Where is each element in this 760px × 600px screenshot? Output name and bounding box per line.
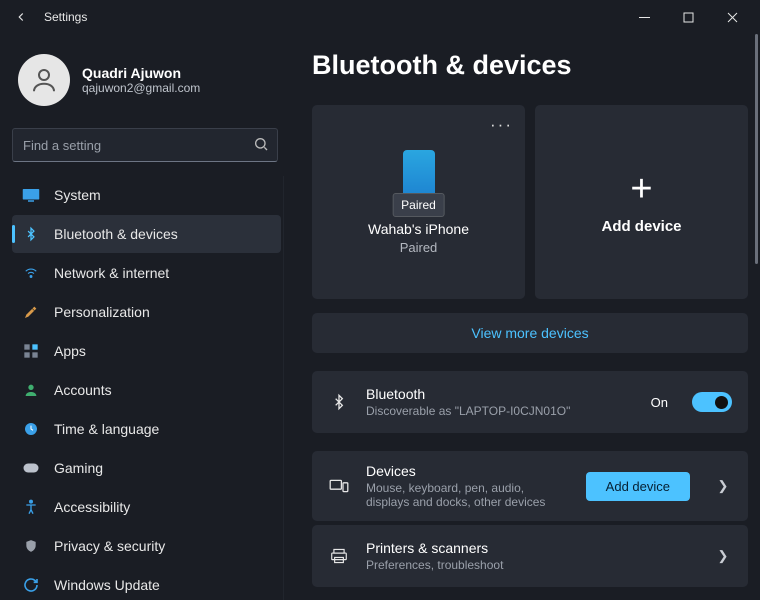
sidebar-item-bluetooth[interactable]: Bluetooth & devices xyxy=(12,215,281,253)
update-icon xyxy=(22,576,40,594)
row-subtitle: Mouse, keyboard, pen, audio, displays an… xyxy=(366,481,570,509)
sidebar-item-label: Windows Update xyxy=(54,577,160,593)
add-device-button[interactable]: Add device xyxy=(586,472,690,501)
devices-icon xyxy=(328,478,350,494)
wifi-icon xyxy=(22,264,40,282)
sidebar-item-label: Accessibility xyxy=(54,499,130,515)
sidebar-item-network[interactable]: Network & internet xyxy=(12,254,281,292)
window-controls xyxy=(622,2,754,32)
bluetooth-toggle[interactable] xyxy=(692,392,732,412)
sidebar-item-system[interactable]: System xyxy=(12,176,281,214)
sidebar-item-label: Privacy & security xyxy=(54,538,165,554)
chevron-right-icon[interactable]: ❯ xyxy=(714,478,732,494)
shield-icon xyxy=(22,537,40,555)
devices-row[interactable]: Devices Mouse, keyboard, pen, audio, dis… xyxy=(312,451,748,521)
maximize-button[interactable] xyxy=(666,2,710,32)
minimize-button[interactable] xyxy=(622,2,666,32)
toggle-state-label: On xyxy=(651,395,668,410)
close-icon xyxy=(727,12,738,23)
sidebar-item-update[interactable]: Windows Update xyxy=(12,566,281,600)
device-tile[interactable]: ··· Wahab's iPhone Paired Paired xyxy=(312,105,525,299)
sidebar-item-accessibility[interactable]: Accessibility xyxy=(12,488,281,526)
person-icon xyxy=(29,65,59,95)
view-more-devices-label: View more devices xyxy=(471,325,588,341)
page-title: Bluetooth & devices xyxy=(312,50,760,81)
content-area: Bluetooth & devices ··· Wahab's iPhone P… xyxy=(290,34,760,600)
row-title: Bluetooth xyxy=(366,386,635,402)
sidebar-item-apps[interactable]: Apps xyxy=(12,332,281,370)
view-more-devices-button[interactable]: View more devices xyxy=(312,313,748,353)
minimize-icon xyxy=(639,12,650,23)
sidebar-item-time[interactable]: Time & language xyxy=(12,410,281,448)
profile-block[interactable]: Quadri Ajuwon qajuwon2@gmail.com xyxy=(18,54,278,106)
add-device-label: Add device xyxy=(601,218,681,235)
search-input[interactable] xyxy=(12,128,278,162)
plus-icon: + xyxy=(630,170,652,208)
back-button[interactable] xyxy=(6,2,36,32)
sidebar-item-accounts[interactable]: Accounts xyxy=(12,371,281,409)
sidebar-item-label: Bluetooth & devices xyxy=(54,226,178,242)
device-status: Paired xyxy=(400,240,438,255)
gamepad-icon xyxy=(22,459,40,477)
sidebar-item-label: Gaming xyxy=(54,460,103,476)
account-icon xyxy=(22,381,40,399)
user-name: Quadri Ajuwon xyxy=(82,65,200,81)
clock-icon xyxy=(22,420,40,438)
add-device-tile[interactable]: + Add device xyxy=(535,105,748,299)
printer-icon xyxy=(328,548,350,564)
row-title: Devices xyxy=(366,463,570,479)
search-box xyxy=(12,128,278,162)
sidebar-item-label: Apps xyxy=(54,343,86,359)
search-icon xyxy=(253,136,269,152)
tooltip: Paired xyxy=(392,193,445,217)
device-name: Wahab's iPhone Paired xyxy=(368,221,469,237)
nav-list: System Bluetooth & devices Network & int… xyxy=(12,176,284,600)
accessibility-icon xyxy=(22,498,40,516)
title-bar: Settings xyxy=(0,0,760,34)
bluetooth-toggle-row: Bluetooth Discoverable as "LAPTOP-I0CJN0… xyxy=(312,371,748,433)
scrollbar[interactable] xyxy=(755,34,758,264)
avatar xyxy=(18,54,70,106)
sidebar-item-personalization[interactable]: Personalization xyxy=(12,293,281,331)
sidebar: Quadri Ajuwon qajuwon2@gmail.com System … xyxy=(0,34,290,600)
row-title: Printers & scanners xyxy=(366,540,690,556)
user-email: qajuwon2@gmail.com xyxy=(82,81,200,95)
chevron-right-icon[interactable]: ❯ xyxy=(714,548,732,564)
monitor-icon xyxy=(22,186,40,204)
device-tile-more-button[interactable]: ··· xyxy=(490,115,513,135)
apps-icon xyxy=(22,342,40,360)
printers-row[interactable]: Printers & scanners Preferences, trouble… xyxy=(312,525,748,587)
sidebar-item-privacy[interactable]: Privacy & security xyxy=(12,527,281,565)
sidebar-item-label: Network & internet xyxy=(54,265,169,281)
sidebar-item-label: Accounts xyxy=(54,382,112,398)
sidebar-item-label: Time & language xyxy=(54,421,159,437)
sidebar-item-label: System xyxy=(54,187,101,203)
sidebar-item-gaming[interactable]: Gaming xyxy=(12,449,281,487)
window-title: Settings xyxy=(44,10,87,24)
bluetooth-icon xyxy=(22,225,40,243)
close-button[interactable] xyxy=(710,2,754,32)
sidebar-item-label: Personalization xyxy=(54,304,150,320)
maximize-icon xyxy=(683,12,694,23)
bluetooth-icon xyxy=(328,392,350,412)
paintbrush-icon xyxy=(22,303,40,321)
row-subtitle: Preferences, troubleshoot xyxy=(366,558,626,572)
arrow-left-icon xyxy=(14,10,28,24)
row-subtitle: Discoverable as "LAPTOP-I0CJN01O" xyxy=(366,404,626,418)
